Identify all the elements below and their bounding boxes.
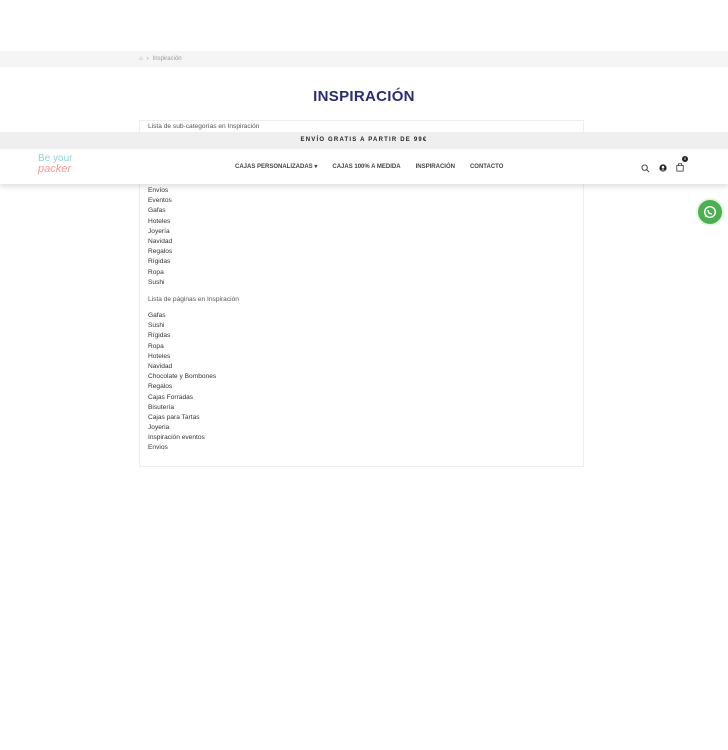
page-link[interactable]: Sushi — [148, 321, 216, 331]
subcategory-link[interactable]: Gafas — [148, 206, 172, 216]
menu-item[interactable]: CAJAS 100% A MEDIDA — [332, 164, 400, 170]
subcategory-link[interactable]: Hoteles — [148, 217, 172, 227]
subcategory-link[interactable]: Sushi — [148, 278, 172, 288]
home-icon[interactable]: ⌂ — [139, 56, 143, 62]
menu-item[interactable]: CONTACTO — [470, 164, 503, 170]
subcategory-link[interactable]: Regalos — [148, 247, 172, 257]
cart-icon[interactable]: 0 — [676, 156, 688, 177]
subcategory-link[interactable]: Eventos — [148, 196, 172, 206]
page-link[interactable]: Bisutería — [148, 403, 216, 413]
whatsapp-button[interactable] — [698, 200, 722, 224]
breadcrumb: ⌂ › Inspiración — [0, 51, 728, 67]
page-title: INSPIRACIÓN — [313, 88, 415, 105]
subcategory-list: Envíos Eventos Gafas Hoteles Joyería Navidad R… — [148, 186, 172, 288]
menu-item[interactable]: CAJAS PERSONALIZADAS ▾ — [235, 163, 317, 170]
page-link[interactable]: Envios — [148, 443, 216, 453]
pages-heading: Lista de páginas en Inspiración — [148, 296, 239, 303]
page-link[interactable]: Cajas Forradas — [148, 393, 216, 403]
subcategory-link[interactable]: Rígidas — [148, 257, 172, 267]
cart-count: 0 — [682, 156, 688, 162]
subcategory-link[interactable]: Navidad — [148, 237, 172, 247]
main-menu: CAJAS PERSONALIZADAS ▾ CAJAS 100% A MEDID… — [235, 149, 503, 184]
pages-list: Gafas Sushi Rígidas Ropa Hoteles Navidad Choco… — [148, 311, 216, 454]
page-link[interactable]: Ropa — [148, 342, 216, 352]
whatsapp-icon — [703, 205, 717, 219]
shipping-banner: ENVÍO GRATIS A PARTIR DE 99€ — [0, 132, 728, 149]
page-link[interactable]: Regalos — [148, 382, 216, 392]
subcategory-link[interactable]: Envíos — [148, 186, 172, 196]
page-link[interactable]: Rígidas — [148, 331, 216, 341]
page-link[interactable]: Cajas para Tartas — [148, 413, 216, 423]
logo[interactable]: Be your packer — [38, 154, 72, 175]
page-link[interactable]: Inspiración eventos — [148, 433, 216, 443]
search-icon[interactable] — [641, 163, 650, 173]
page-link[interactable]: Hoteles — [148, 352, 216, 362]
menu-item[interactable]: INSPIRACIÓN — [416, 164, 455, 170]
subcategory-link[interactable]: Ropa — [148, 268, 172, 278]
subcategory-link[interactable]: Joyería — [148, 227, 172, 237]
breadcrumb-current: Inspiración — [152, 56, 182, 62]
page-link[interactable]: Gafas — [148, 311, 216, 321]
account-icon[interactable] — [659, 164, 667, 172]
page-link[interactable]: Joyeria — [148, 423, 216, 433]
subcategories-heading: Lista de sub-categorías en Inspiración — [148, 123, 260, 130]
page-link[interactable]: Chocolate y Bombones — [148, 372, 216, 382]
page-link[interactable]: Navidad — [148, 362, 216, 372]
header-nav: Be your packer CAJAS PERSONALIZADAS ▾ CAJ… — [0, 149, 728, 184]
